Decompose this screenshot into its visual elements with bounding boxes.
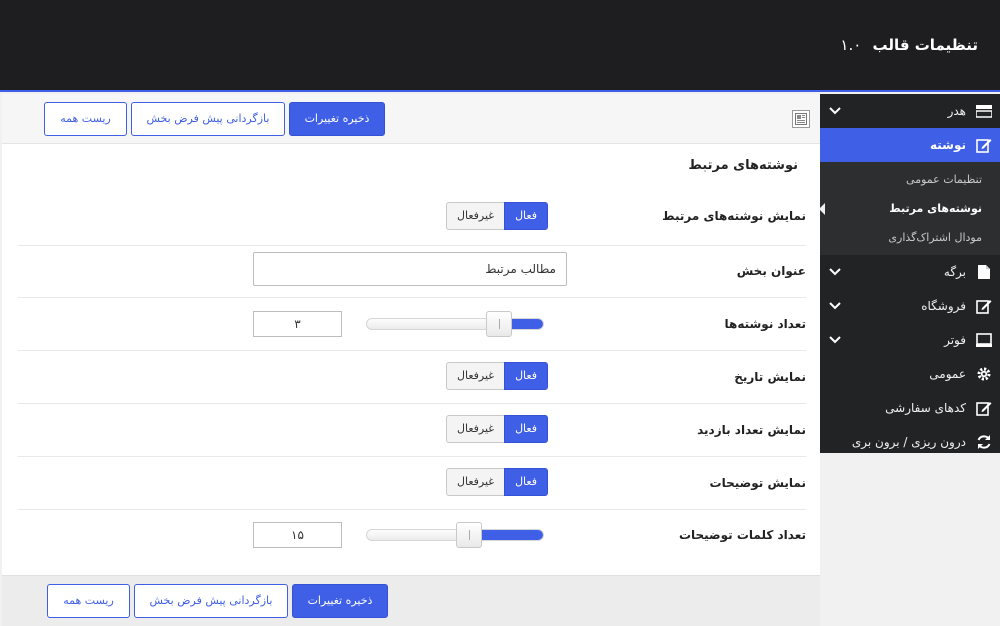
sidebar-item-header[interactable]: هدر <box>820 94 1000 128</box>
app-title: تنظیمات قالب ۱.۰ <box>840 36 978 54</box>
toggle-show-date[interactable]: فعال غیرفعال <box>446 362 548 390</box>
sidebar-item-footer[interactable]: فوتر <box>820 323 1000 357</box>
code-edit-icon <box>976 400 992 416</box>
settings-panel: ذخیره تغییرات بازگردانی پیش فرض بخش ریست… <box>2 94 820 626</box>
sidebar-item-custom-code[interactable]: کدهای سفارشی <box>820 391 1000 425</box>
field-label: نمایش نوشته‌های مرتبط <box>662 209 806 223</box>
sidebar-item-label: برگه <box>943 265 966 279</box>
chevron-down-icon[interactable] <box>828 333 842 347</box>
sidebar-subitem-general[interactable]: تنظیمات عمومی <box>820 165 1000 194</box>
sidebar-item-shop[interactable]: فروشگاه <box>820 289 1000 323</box>
toggle-on-option[interactable]: فعال <box>504 468 548 496</box>
chevron-down-icon[interactable] <box>828 265 842 279</box>
footer-icon <box>976 332 992 348</box>
sidebar-item-label: فوتر <box>944 333 966 347</box>
field-label: نمایش توضیحات <box>709 476 806 490</box>
sidebar: هدر نوشته تنظیمات عمومی نوشته‌های مرتبط … <box>819 94 1000 453</box>
sidebar-item-post[interactable]: نوشته <box>820 128 1000 162</box>
sync-icon <box>976 434 992 450</box>
toggle-off-option[interactable]: غیرفعال <box>446 202 505 230</box>
field-row-posts-count: تعداد نوشته‌ها ۳ <box>18 298 806 351</box>
excerpt-words-slider[interactable] <box>366 522 544 548</box>
excerpt-words-input[interactable]: ۱۵ <box>253 522 342 548</box>
sidebar-item-label: کدهای سفارشی <box>885 401 966 415</box>
toggle-show-related[interactable]: فعال غیرفعال <box>446 202 548 230</box>
sidebar-item-label: هدر <box>947 104 966 118</box>
sidebar-item-label: درون ریزی / برون بری <box>851 435 966 449</box>
toggle-show-excerpt[interactable]: فعال غیرفعال <box>446 468 548 496</box>
field-label: عنوان بخش <box>736 264 806 278</box>
bottom-toolbar: ذخیره تغییرات بازگردانی پیش فرض بخش ریست… <box>2 575 820 626</box>
reset-section-button[interactable]: بازگردانی پیش فرض بخش <box>131 102 285 136</box>
gear-icon <box>976 366 992 382</box>
toggle-on-option[interactable]: فعال <box>504 362 548 390</box>
section-title: نوشته‌های مرتبط <box>688 158 798 173</box>
reset-all-button-bottom[interactable]: ریست همه <box>47 584 130 618</box>
toggle-on-option[interactable]: فعال <box>504 415 548 443</box>
sidebar-item-page[interactable]: برگه <box>820 255 1000 289</box>
field-row-show-related: نمایش نوشته‌های مرتبط فعال غیرفعال <box>18 192 806 246</box>
toggle-off-option[interactable]: غیرفعال <box>446 415 505 443</box>
sidebar-item-import-export[interactable]: درون ریزی / برون بری <box>820 425 1000 459</box>
top-toolbar: ذخیره تغییرات بازگردانی پیش فرض بخش ریست… <box>2 94 820 144</box>
field-row-show-excerpt: نمایش توضیحات فعال غیرفعال <box>18 457 806 510</box>
field-label: تعداد کلمات توضیحات <box>678 528 806 542</box>
sidebar-item-label: نوشته <box>929 138 966 152</box>
app-title-text: تنظیمات قالب <box>872 36 978 54</box>
chevron-down-icon[interactable] <box>828 299 842 313</box>
app-version: ۱.۰ <box>840 36 862 54</box>
section-title-input[interactable]: مطالب مرتبط <box>253 252 567 286</box>
sidebar-subitem-share-modal[interactable]: مودال اشتراک‌گذاری <box>820 223 1000 252</box>
save-button[interactable]: ذخیره تغییرات <box>289 102 385 136</box>
posts-count-slider[interactable] <box>366 311 544 337</box>
sidebar-item-label: عمومی <box>929 367 966 381</box>
slider-handle[interactable] <box>456 522 482 548</box>
field-row-excerpt-words: تعداد کلمات توضیحات ۱۵ <box>18 510 806 563</box>
reset-section-button-bottom[interactable]: بازگردانی پیش فرض بخش <box>134 584 288 618</box>
save-button-bottom[interactable]: ذخیره تغییرات <box>292 584 388 618</box>
field-row-section-title: عنوان بخش مطالب مرتبط <box>18 246 806 298</box>
chevron-down-icon[interactable] <box>828 104 842 118</box>
toggle-on-option[interactable]: فعال <box>504 202 548 230</box>
reset-all-button[interactable]: ریست همه <box>44 102 127 136</box>
slider-handle[interactable] <box>486 311 512 337</box>
page-icon <box>976 264 992 280</box>
field-row-show-views: نمایش تعداد بازدید فعال غیرفعال <box>18 404 806 457</box>
sidebar-item-general[interactable]: عمومی <box>820 357 1000 391</box>
sidebar-subnav-post: تنظیمات عمومی نوشته‌های مرتبط مودال اشتر… <box>819 162 1000 255</box>
top-bar: تنظیمات قالب ۱.۰ <box>0 0 1000 92</box>
screen-options-icon[interactable] <box>792 110 810 128</box>
field-row-show-date: نمایش تاریخ فعال غیرفعال <box>18 351 806 404</box>
sidebar-subitem-related-posts[interactable]: نوشته‌های مرتبط <box>819 194 1000 223</box>
field-label: نمایش تعداد بازدید <box>697 423 806 437</box>
header-icon <box>976 103 992 119</box>
field-label: نمایش تاریخ <box>734 370 806 384</box>
shop-edit-icon <box>976 298 992 314</box>
sidebar-item-label: فروشگاه <box>921 299 966 313</box>
post-edit-icon <box>976 137 992 153</box>
toggle-off-option[interactable]: غیرفعال <box>446 468 505 496</box>
field-label: تعداد نوشته‌ها <box>724 317 807 331</box>
toggle-show-views[interactable]: فعال غیرفعال <box>446 415 548 443</box>
posts-count-input[interactable]: ۳ <box>253 311 342 337</box>
toggle-off-option[interactable]: غیرفعال <box>446 362 505 390</box>
